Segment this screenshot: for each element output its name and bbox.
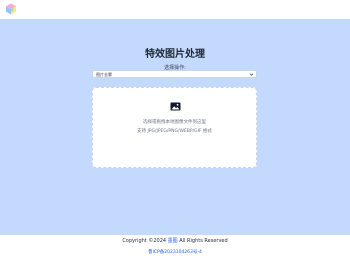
icp-link[interactable]: 鲁ICP备2023104263号-4 xyxy=(0,250,350,256)
operation-select-value: 图片去雾 xyxy=(96,72,112,77)
top-bar xyxy=(0,0,350,19)
footer: Copyright ©2024 墨图 All Rights Reserved 鲁… xyxy=(0,235,350,263)
copyright-suffix: All Rights Reserved xyxy=(179,238,228,244)
image-icon xyxy=(170,102,181,111)
copyright-text: Copyright ©2024 墨图 All Rights Reserved xyxy=(0,238,350,245)
upload-dropzone[interactable]: 选择或拖拽本地图像文件到这里 支持 JPG/JPEG/PNG/WEBP/GIF … xyxy=(92,87,257,168)
page-title: 特效图片处理 xyxy=(145,49,205,60)
copyright-prefix: Copyright ©2024 xyxy=(122,238,167,244)
chevron-down-icon xyxy=(249,73,254,76)
operation-select[interactable]: 图片去雾 xyxy=(92,70,257,78)
copyright-link[interactable]: 墨图 xyxy=(168,238,178,244)
upload-instruction: 选择或拖拽本地图像文件到这里 xyxy=(143,120,206,125)
app-logo-icon[interactable] xyxy=(5,3,17,15)
upload-supported-formats: 支持 JPG/JPEG/PNG/WEBP/GIF 格式 xyxy=(137,129,212,134)
